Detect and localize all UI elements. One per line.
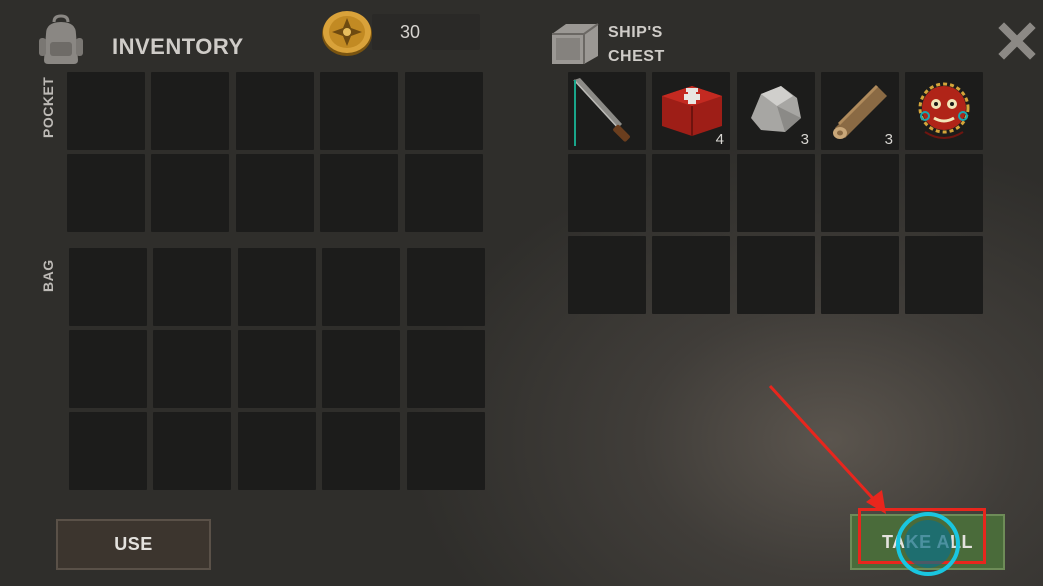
gold-coin-icon: [320, 8, 374, 58]
chest-slot-stone[interactable]: 3: [737, 72, 815, 150]
inventory-title: INVENTORY: [112, 34, 244, 59]
chest-title-line2: CHEST: [608, 48, 665, 65]
item-count: 3: [800, 131, 809, 148]
bag-slot[interactable]: [153, 412, 231, 490]
bag-slot[interactable]: [153, 330, 231, 408]
chest-slot[interactable]: [652, 236, 730, 314]
chest-slot[interactable]: [821, 154, 899, 232]
chest-slot[interactable]: [652, 154, 730, 232]
pocket-slot[interactable]: [236, 72, 314, 150]
bag-slot[interactable]: [238, 330, 316, 408]
currency-panel: 30: [372, 14, 480, 50]
bag-slot[interactable]: [322, 412, 400, 490]
pocket-slot[interactable]: [236, 154, 314, 232]
annotation-arrow: [760, 380, 900, 520]
chest-slot[interactable]: [905, 154, 983, 232]
pocket-label: POCKET: [40, 76, 56, 138]
bag-slot[interactable]: [407, 248, 485, 326]
bag-slot[interactable]: [69, 330, 147, 408]
chest-slot[interactable]: [568, 154, 646, 232]
close-icon[interactable]: [998, 22, 1036, 60]
item-count: 3: [884, 131, 893, 148]
chest-title-line1: SHIP'S: [608, 24, 663, 41]
bag-slot[interactable]: [407, 330, 485, 408]
bag-label: BAG: [40, 259, 56, 292]
chest-slot-wood-log[interactable]: 3: [821, 72, 899, 150]
pocket-slot[interactable]: [320, 72, 398, 150]
pocket-slot[interactable]: [151, 154, 229, 232]
chest-icon: [548, 20, 602, 66]
chest-slot[interactable]: [737, 154, 815, 232]
use-button[interactable]: USE: [56, 519, 211, 570]
chest-slot[interactable]: [568, 236, 646, 314]
machete-icon: [573, 78, 630, 146]
bag-slot[interactable]: [238, 412, 316, 490]
bag-slot[interactable]: [322, 330, 400, 408]
pocket-slot[interactable]: [405, 72, 483, 150]
chest-slot-machete[interactable]: [568, 72, 646, 150]
tribal-mask-icon: [918, 82, 970, 139]
pocket-slot[interactable]: [405, 154, 483, 232]
pocket-slot[interactable]: [67, 154, 145, 232]
chest-slot-first-aid-kit[interactable]: 4: [652, 72, 730, 150]
currency-amount: 30: [400, 22, 421, 42]
chest-slot[interactable]: [905, 236, 983, 314]
pocket-slot[interactable]: [67, 72, 145, 150]
backpack-icon: [36, 14, 86, 66]
bag-slot[interactable]: [322, 248, 400, 326]
chest-slot[interactable]: [821, 236, 899, 314]
bag-slot[interactable]: [153, 248, 231, 326]
use-button-label: USE: [114, 534, 153, 554]
bag-slot[interactable]: [238, 248, 316, 326]
bag-slot[interactable]: [69, 248, 147, 326]
watermark-badge: [896, 512, 960, 576]
item-count: 4: [715, 131, 724, 148]
bag-slot[interactable]: [69, 412, 147, 490]
pocket-slot[interactable]: [151, 72, 229, 150]
bag-slot[interactable]: [407, 412, 485, 490]
chest-slot[interactable]: [737, 236, 815, 314]
pocket-slot[interactable]: [320, 154, 398, 232]
chest-slot-tribal-mask[interactable]: [905, 72, 983, 150]
